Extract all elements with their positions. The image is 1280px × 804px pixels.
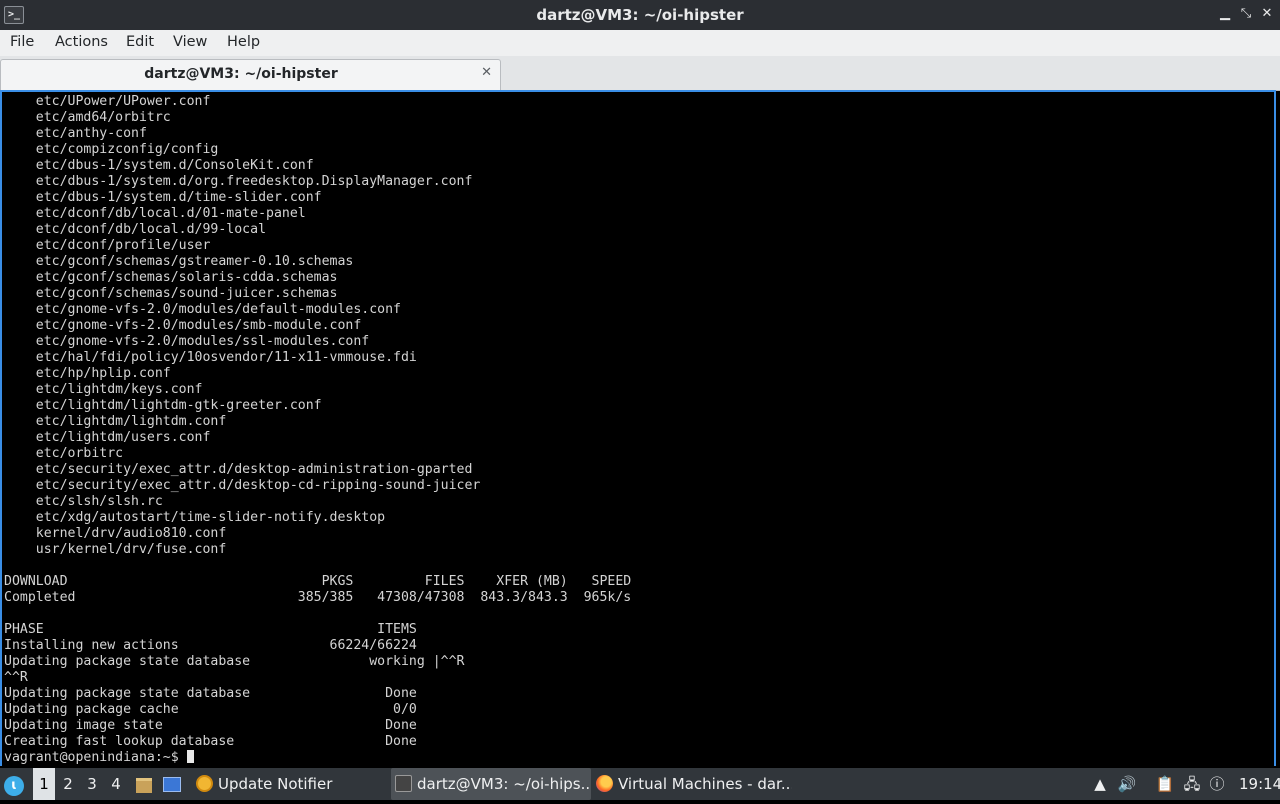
show-desktop-button[interactable] bbox=[161, 768, 183, 800]
terminal-line: etc/slsh/slsh.rc bbox=[4, 494, 163, 509]
terminal-line: etc/hal/fdi/policy/10osvendor/11-x11-vmm… bbox=[4, 350, 417, 365]
workspace-1[interactable]: 1 bbox=[33, 768, 55, 800]
menu-help[interactable]: Help bbox=[227, 34, 260, 50]
terminal-line: etc/gconf/schemas/gstreamer-0.10.schemas bbox=[4, 254, 354, 269]
terminal-line: etc/xdg/autostart/time-slider-notify.des… bbox=[4, 510, 386, 525]
window-title: dartz@VM3: ~/oi-hipster bbox=[536, 6, 744, 24]
tab-label: dartz@VM3: ~/oi-hipster bbox=[144, 66, 338, 82]
terminal-tab[interactable]: dartz@VM3: ~/oi-hipster ✕ bbox=[0, 59, 501, 90]
menu-actions[interactable]: Actions bbox=[55, 34, 108, 50]
task-label: Virtual Machines - dar... bbox=[618, 775, 792, 793]
tab-close-icon[interactable]: ✕ bbox=[481, 65, 492, 80]
terminal-line: etc/dbus-1/system.d/org.freedesktop.Disp… bbox=[4, 174, 473, 189]
terminal-line: etc/dconf/db/local.d/99-local bbox=[4, 222, 267, 237]
clipboard-icon[interactable]: 📋 bbox=[1154, 768, 1176, 800]
workspace-4[interactable]: 4 bbox=[105, 768, 127, 800]
folder-icon bbox=[136, 778, 152, 793]
start-menu-icon: ꙇ bbox=[4, 776, 24, 796]
terminal-line: etc/hp/hplip.conf bbox=[4, 366, 171, 381]
text-cursor bbox=[186, 750, 194, 763]
volume-icon[interactable]: 🔊 bbox=[1116, 768, 1138, 800]
terminal-line: Installing new actions 66224/66224 bbox=[4, 638, 417, 653]
terminal-line: etc/amd64/orbitrc bbox=[4, 110, 171, 125]
terminal-line: DOWNLOAD PKGS FILES XFER (MB) SPEED bbox=[4, 574, 632, 589]
menu-bar: File Actions Edit View Help bbox=[0, 30, 1280, 56]
terminal-line: etc/dconf/profile/user bbox=[4, 238, 211, 253]
file-manager-launcher[interactable] bbox=[133, 768, 155, 800]
terminal-line: etc/gconf/schemas/sound-juicer.schemas bbox=[4, 286, 338, 301]
task-terminal[interactable]: dartz@VM3: ~/oi-hips... bbox=[391, 768, 591, 800]
terminal-line: Creating fast lookup database Done bbox=[4, 734, 417, 749]
tab-bar: dartz@VM3: ~/oi-hipster ✕ bbox=[0, 56, 1280, 91]
taskbar: ꙇ 1 2 3 4 Update Notifier dartz@VM3: ~/o… bbox=[0, 768, 1280, 800]
terminal-line: etc/lightdm/lightdm.conf bbox=[4, 414, 227, 429]
menu-view[interactable]: View bbox=[173, 34, 207, 50]
terminal-line: Updating package state database working … bbox=[4, 654, 465, 669]
terminal-line: etc/gconf/schemas/solaris-cdda.schemas bbox=[4, 270, 338, 285]
tray-expand-icon[interactable]: ▲ bbox=[1089, 768, 1111, 800]
terminal-icon bbox=[395, 775, 412, 792]
terminal-view[interactable]: etc/UPower/UPower.conf etc/amd64/orbitrc… bbox=[0, 90, 1276, 766]
maximize-button[interactable]: ⤡ bbox=[1238, 6, 1254, 22]
terminal-line: etc/security/exec_attr.d/desktop-adminis… bbox=[4, 462, 473, 477]
window-titlebar: >_ dartz@VM3: ~/oi-hipster ▁ ⤡ ✕ bbox=[0, 0, 1280, 30]
desktop-icon bbox=[163, 777, 181, 792]
terminal-line: Updating package state database Done bbox=[4, 686, 417, 701]
terminal-line: etc/gnome-vfs-2.0/modules/smb-module.con… bbox=[4, 318, 362, 333]
workspace-2[interactable]: 2 bbox=[57, 768, 79, 800]
firefox-icon bbox=[596, 775, 613, 792]
task-label: dartz@VM3: ~/oi-hips... bbox=[417, 775, 591, 793]
terminal-line: etc/orbitrc bbox=[4, 446, 124, 461]
terminal-line: Updating package cache 0/0 bbox=[4, 702, 417, 717]
close-window-button[interactable]: ✕ bbox=[1259, 6, 1275, 22]
start-menu-button[interactable]: ꙇ bbox=[4, 768, 28, 800]
terminal-line: etc/gnome-vfs-2.0/modules/ssl-modules.co… bbox=[4, 334, 370, 349]
workspace-3[interactable]: 3 bbox=[81, 768, 103, 800]
terminal-line: etc/lightdm/users.conf bbox=[4, 430, 211, 445]
task-label: Update Notifier bbox=[218, 775, 333, 793]
clock[interactable]: 19:14 bbox=[1239, 768, 1280, 800]
task-update-notifier[interactable]: Update Notifier bbox=[192, 768, 386, 800]
terminal-line: etc/UPower/UPower.conf bbox=[4, 94, 211, 109]
notification-icon[interactable]: ⓘ bbox=[1206, 768, 1228, 800]
terminal-line: etc/dconf/db/local.d/01-mate-panel bbox=[4, 206, 306, 221]
terminal-output: etc/UPower/UPower.conf etc/amd64/orbitrc… bbox=[2, 94, 631, 766]
task-firefox[interactable]: Virtual Machines - dar... bbox=[592, 768, 792, 800]
terminal-line: etc/lightdm/lightdm-gtk-greeter.conf bbox=[4, 398, 322, 413]
shell-prompt: vagrant@openindiana:~$ bbox=[4, 750, 187, 765]
terminal-prompt-line[interactable]: vagrant@openindiana:~$ bbox=[4, 750, 631, 766]
terminal-line: ^^R bbox=[4, 670, 28, 685]
network-icon[interactable]: 🖧 bbox=[1181, 768, 1203, 800]
terminal-line: Updating image state Done bbox=[4, 718, 417, 733]
terminal-line: PHASE ITEMS bbox=[4, 622, 417, 637]
terminal-line: etc/gnome-vfs-2.0/modules/default-module… bbox=[4, 302, 401, 317]
terminal-line: etc/dbus-1/system.d/ConsoleKit.conf bbox=[4, 158, 314, 173]
terminal-line: etc/compizconfig/config bbox=[4, 142, 219, 157]
menu-edit[interactable]: Edit bbox=[126, 34, 154, 50]
terminal-line: etc/anthy-conf bbox=[4, 126, 147, 141]
update-notifier-icon bbox=[196, 775, 213, 792]
menu-file[interactable]: File bbox=[10, 34, 34, 50]
terminal-line: Completed 385/385 47308/47308 843.3/843.… bbox=[4, 590, 632, 605]
terminal-line: etc/dbus-1/system.d/time-slider.conf bbox=[4, 190, 322, 205]
terminal-line: kernel/drv/audio810.conf bbox=[4, 526, 227, 541]
minimize-button[interactable]: ▁ bbox=[1217, 6, 1233, 22]
terminal-line: etc/security/exec_attr.d/desktop-cd-ripp… bbox=[4, 478, 481, 493]
terminal-line: etc/lightdm/keys.conf bbox=[4, 382, 203, 397]
terminal-line: usr/kernel/drv/fuse.conf bbox=[4, 542, 227, 557]
